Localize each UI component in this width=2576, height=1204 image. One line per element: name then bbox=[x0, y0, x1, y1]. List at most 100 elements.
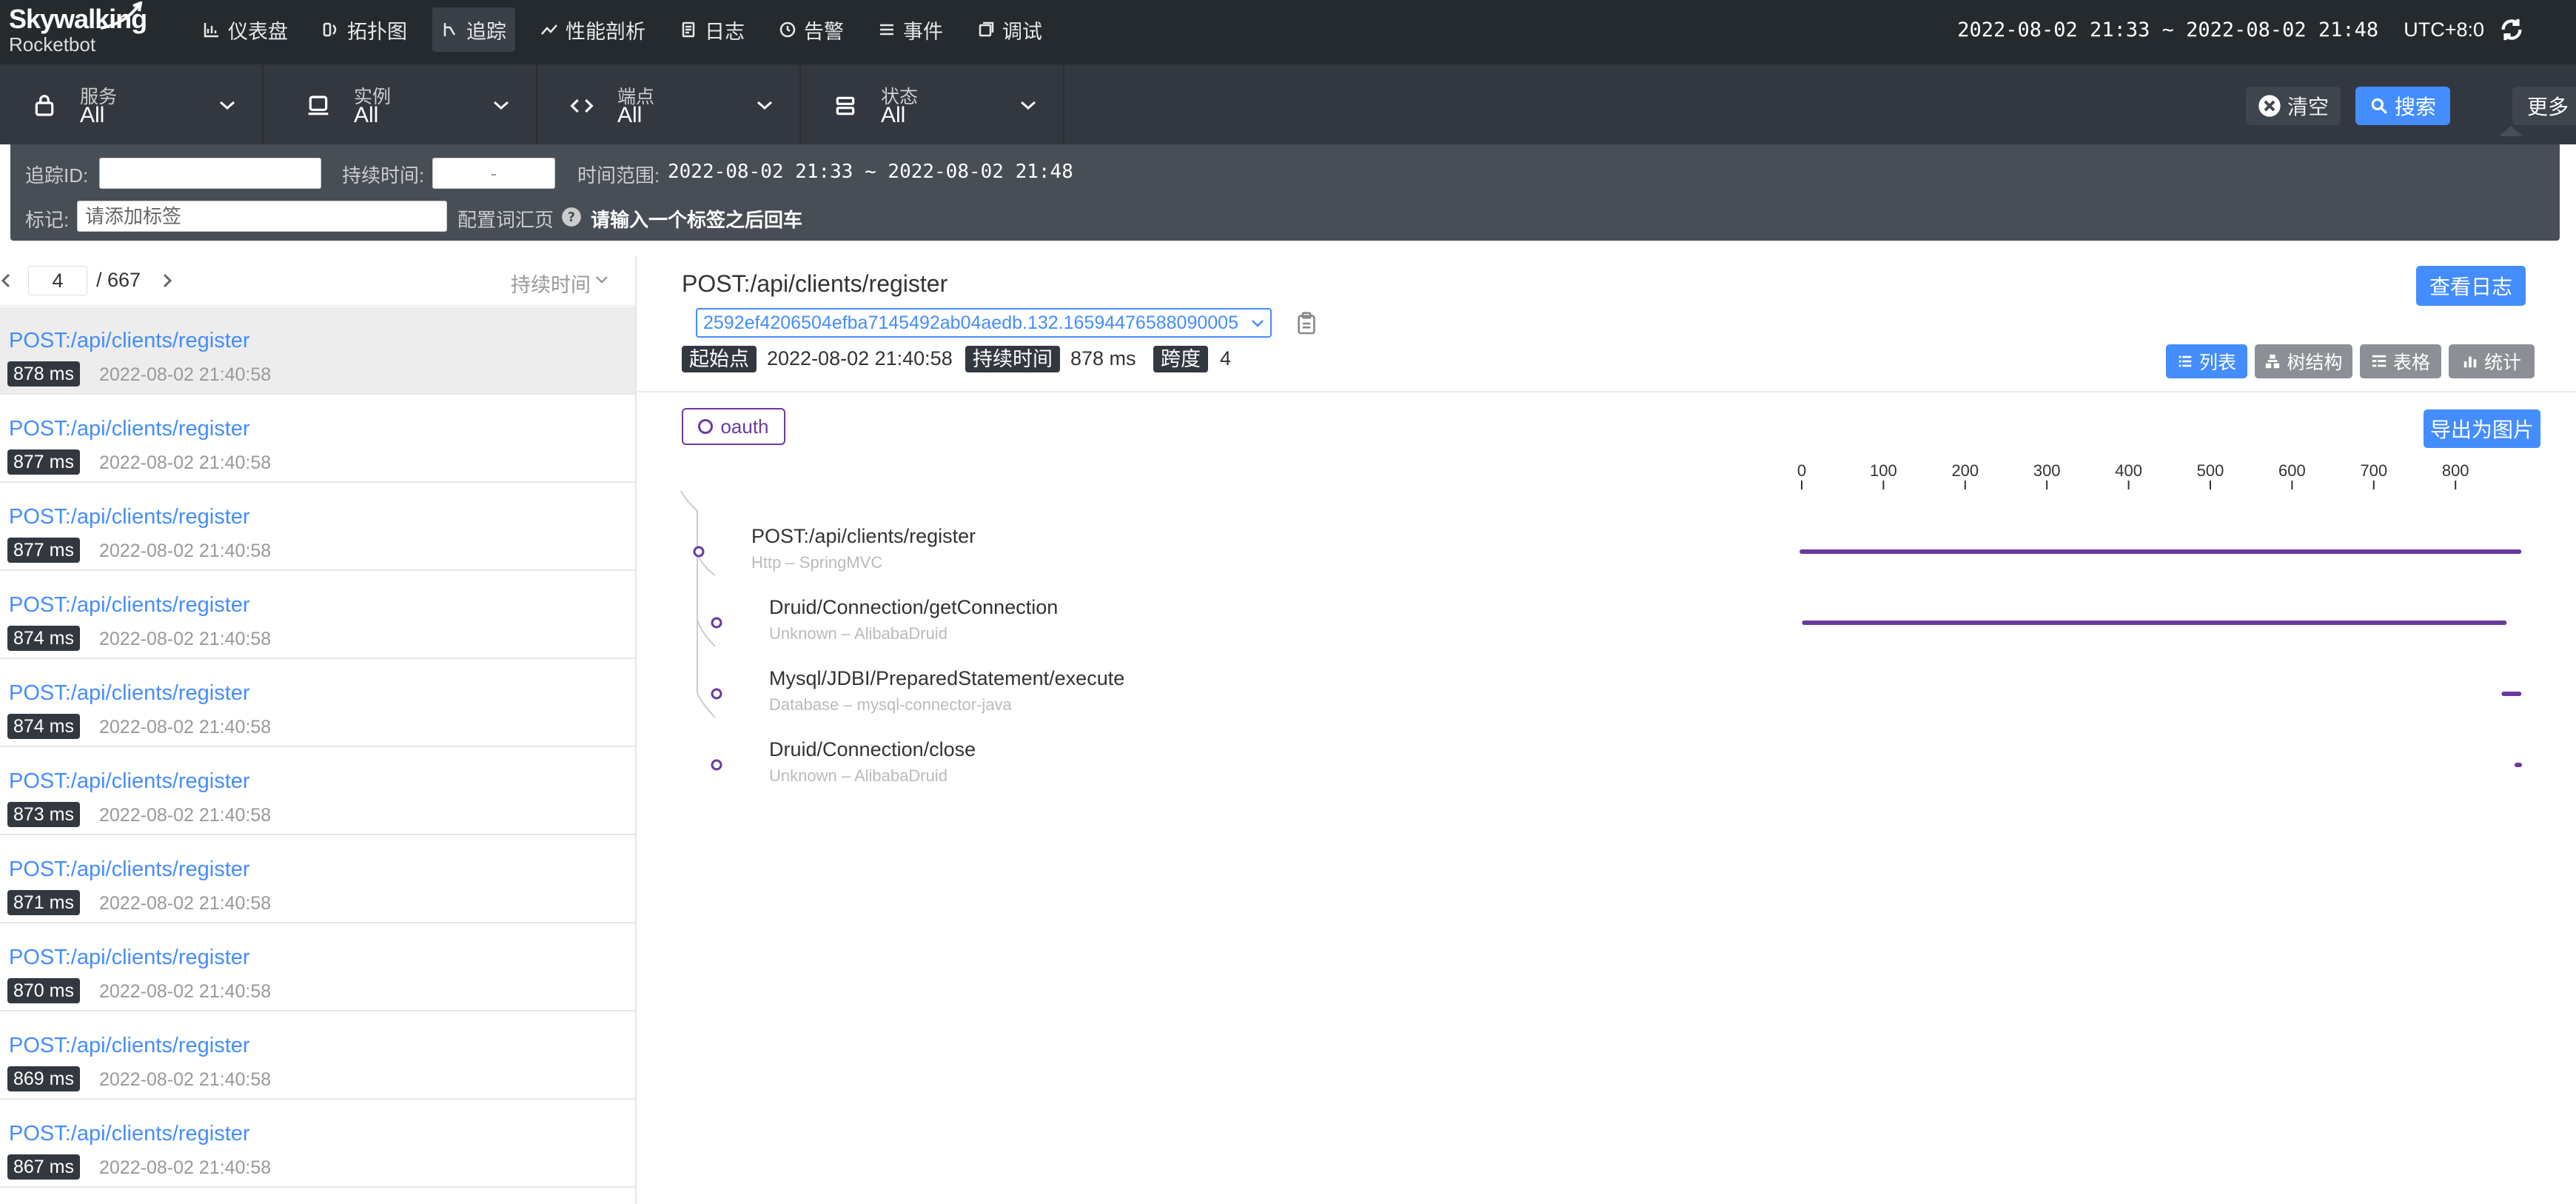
filter-status[interactable]: 状态 All bbox=[801, 64, 1064, 144]
span-node-icon bbox=[711, 688, 722, 700]
nav-label: 仪表盘 bbox=[228, 20, 288, 43]
filter-endpoint[interactable]: 端点 All bbox=[537, 64, 801, 144]
trace-list-item[interactable]: POST:/api/clients/register 877 ms 2022-08-… bbox=[0, 395, 635, 483]
nav-label: 性能剖析 bbox=[566, 20, 645, 43]
trace-list-panel: 4 / 667 持续时间 POST:/api/clients/register 8… bbox=[0, 255, 637, 1204]
clear-circle-icon bbox=[2258, 95, 2281, 117]
search-label: 搜索 bbox=[2394, 96, 2436, 118]
trace-item-name[interactable]: POST:/api/clients/register bbox=[9, 1034, 250, 1058]
topology-icon bbox=[323, 22, 337, 37]
nav-label: 追踪 bbox=[466, 20, 506, 43]
trace-item-duration-badge: 869 ms bbox=[7, 1066, 80, 1091]
trace-item-name[interactable]: POST:/api/clients/register bbox=[9, 593, 250, 618]
duration-label: 持续时间: bbox=[342, 164, 425, 187]
trace-item-time: 2022-08-02 21:40:58 bbox=[99, 629, 272, 649]
pagination: 4 / 667 持续时间 bbox=[0, 255, 635, 306]
axis-tick-label: 400 bbox=[2115, 461, 2142, 480]
axis-tick-label: 200 bbox=[1951, 461, 1979, 480]
time-range-value[interactable]: 2022-08-02 21:33 ~ 2022-08-02 21:48 bbox=[668, 161, 1073, 183]
trace-item-duration-badge: 877 ms bbox=[7, 449, 80, 475]
span-name[interactable]: Druid/Connection/getConnection bbox=[769, 596, 1058, 619]
endpoint-icon bbox=[570, 98, 594, 113]
trace-list-item[interactable]: POST:/api/clients/register 874 ms 2022-08-… bbox=[0, 571, 635, 659]
span-name[interactable]: POST:/api/clients/register bbox=[751, 525, 976, 548]
clear-button[interactable]: 清空 bbox=[2246, 87, 2341, 125]
page-total: / 667 bbox=[96, 269, 141, 291]
trace-item-duration-badge: 874 ms bbox=[7, 714, 80, 739]
nav-debug[interactable]: 调试 bbox=[968, 7, 1051, 52]
axis-tick-label: 600 bbox=[2278, 461, 2306, 480]
chevron-left-icon[interactable] bbox=[0, 272, 12, 290]
trace-item-name[interactable]: POST:/api/clients/register bbox=[9, 681, 250, 706]
trace-list-item[interactable]: POST:/api/clients/register 870 ms 2022-08-… bbox=[0, 923, 635, 1011]
trace-item-name[interactable]: POST:/api/clients/register bbox=[9, 329, 250, 353]
svg-text:?: ? bbox=[568, 210, 575, 225]
help-icon[interactable]: ? bbox=[561, 207, 582, 227]
nav-topology[interactable]: 拓扑图 bbox=[313, 7, 416, 52]
filter-instance[interactable]: 实例 All bbox=[274, 64, 537, 144]
advanced-search-panel: 追踪ID: 持续时间: - 时间范围: 2022-08-02 21:33 ~ 2… bbox=[10, 144, 2560, 241]
trace-list-item[interactable]: POST:/api/clients/register 873 ms 2022-08-… bbox=[0, 747, 635, 835]
nav-log[interactable]: 日志 bbox=[671, 7, 754, 52]
log-icon bbox=[682, 21, 695, 38]
more-button[interactable]: 更多 bbox=[2512, 87, 2576, 125]
trace-item-name[interactable]: POST:/api/clients/register bbox=[9, 417, 250, 441]
instance-icon bbox=[308, 96, 329, 116]
trace-list-item[interactable]: POST:/api/clients/register 869 ms 2022-08-… bbox=[0, 1011, 635, 1100]
trace-list-item[interactable]: POST:/api/clients/register 878 ms 2022-08-… bbox=[0, 307, 635, 395]
trace-item-duration-badge: 878 ms bbox=[7, 361, 80, 387]
sort-select[interactable]: 持续时间 bbox=[511, 269, 591, 298]
tags-input[interactable]: 请添加标签 bbox=[77, 201, 447, 232]
nav-profile[interactable]: 性能剖析 bbox=[531, 7, 654, 52]
duration-input[interactable]: - bbox=[432, 158, 555, 189]
filter-bar: 服务 All 实例 All 端点 All 状态 All 清空 搜索 更多 bbox=[0, 64, 2576, 144]
trace-item-name[interactable]: POST:/api/clients/register bbox=[9, 505, 250, 529]
nav-label: 事件 bbox=[903, 20, 943, 43]
time-display: 2022-08-02 21:33 ~ 2022-08-02 21:48 UTC+… bbox=[1957, 0, 2576, 59]
span-name[interactable]: Druid/Connection/close bbox=[769, 738, 976, 761]
header-time-range[interactable]: 2022-08-02 21:33 ~ 2022-08-02 21:48 bbox=[1957, 19, 2378, 41]
trace-icon bbox=[443, 23, 456, 36]
trace-list-item[interactable]: POST:/api/clients/register 871 ms 2022-08-… bbox=[0, 835, 635, 923]
span-name[interactable]: Mysql/JDBI/PreparedStatement/execute bbox=[769, 667, 1124, 690]
event-icon bbox=[880, 24, 893, 36]
clear-label: 清空 bbox=[2287, 96, 2329, 118]
alarm-icon bbox=[779, 21, 796, 38]
trace-list-item[interactable]: POST:/api/clients/register 874 ms 2022-08-… bbox=[0, 659, 635, 747]
nav-event[interactable]: 事件 bbox=[869, 7, 952, 52]
config-vocabulary-link[interactable]: 配置词汇页 bbox=[457, 205, 554, 233]
trace-item-duration-badge: 877 ms bbox=[7, 538, 80, 563]
span-node-icon bbox=[711, 759, 722, 771]
nav-trace[interactable]: 追踪 bbox=[432, 7, 515, 52]
search-icon bbox=[2371, 98, 2387, 114]
refresh-icon[interactable] bbox=[2499, 17, 2524, 42]
chevron-down-icon[interactable] bbox=[595, 275, 608, 285]
filter-value: All bbox=[617, 103, 643, 127]
trace-item-name[interactable]: POST:/api/clients/register bbox=[9, 769, 250, 794]
trace-item-duration-badge: 873 ms bbox=[7, 802, 80, 827]
trace-id-input[interactable] bbox=[99, 158, 321, 189]
span-component: Database – mysql-connector-java bbox=[769, 695, 1012, 714]
search-button[interactable]: 搜索 bbox=[2355, 87, 2450, 125]
trace-item-time: 2022-08-02 21:40:58 bbox=[99, 364, 272, 385]
axis-tick-label: 0 bbox=[1797, 461, 1807, 480]
header-timezone[interactable]: UTC+8:0 bbox=[2404, 19, 2484, 41]
trace-item-name[interactable]: POST:/api/clients/register bbox=[9, 946, 250, 970]
chevron-right-icon[interactable] bbox=[161, 272, 173, 290]
page-input[interactable]: 4 bbox=[28, 266, 87, 295]
trace-item-time: 2022-08-02 21:40:58 bbox=[99, 541, 272, 561]
trace-item-name[interactable]: POST:/api/clients/register bbox=[9, 857, 250, 882]
filter-service[interactable]: 服务 All bbox=[0, 64, 264, 144]
tags-label: 标记: bbox=[25, 209, 70, 231]
trace-item-duration-badge: 874 ms bbox=[7, 626, 80, 651]
trace-list-item[interactable]: POST:/api/clients/register 877 ms 2022-08-… bbox=[0, 483, 635, 571]
tags-hint: 请输入一个标签之后回车 bbox=[591, 209, 803, 231]
trace-list-item[interactable]: POST:/api/clients/register 867 ms 2022-08-… bbox=[0, 1100, 635, 1188]
trace-item-duration-badge: 871 ms bbox=[7, 890, 80, 915]
nav-alarm[interactable]: 告警 bbox=[770, 7, 853, 52]
span-component: Unknown – AlibabaDruid bbox=[769, 766, 947, 785]
axis-tick-label: 100 bbox=[1870, 461, 1897, 480]
trace-item-name[interactable]: POST:/api/clients/register bbox=[9, 1122, 250, 1146]
nav-dashboard[interactable]: 仪表盘 bbox=[194, 7, 297, 52]
profile-icon bbox=[541, 24, 557, 35]
